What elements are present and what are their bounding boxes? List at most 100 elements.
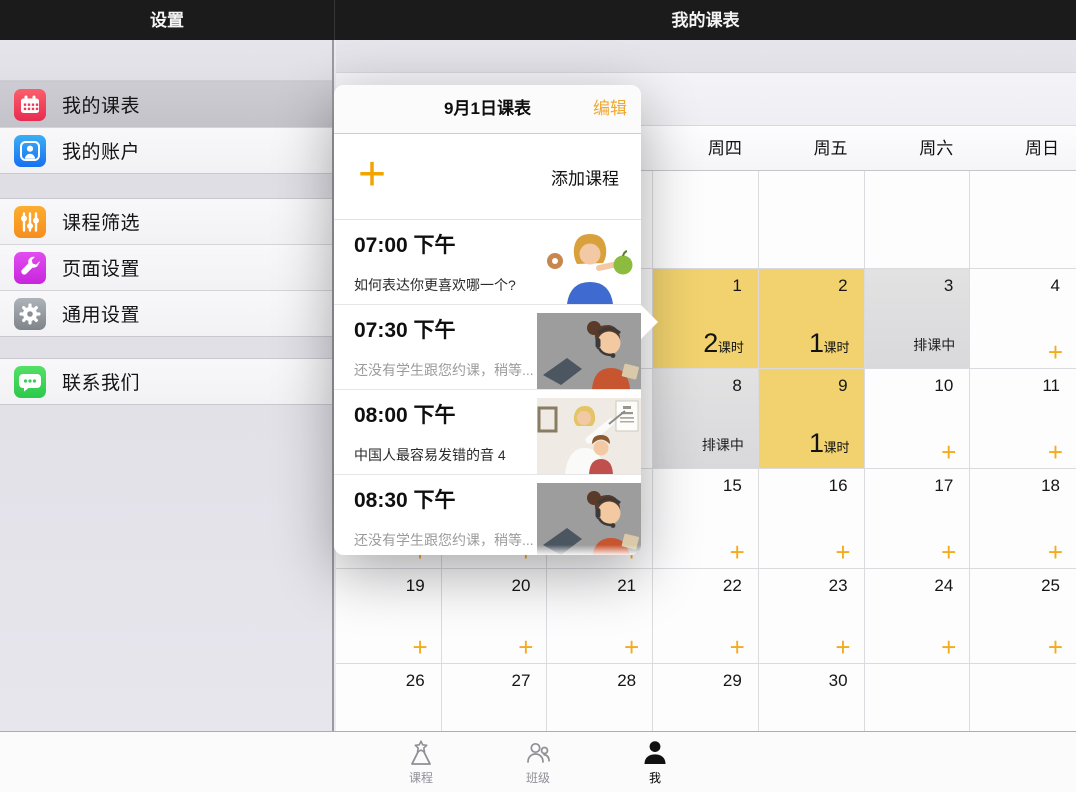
calendar-cell-sep20[interactable]: 20+: [442, 569, 548, 664]
calendar-cell-sep29[interactable]: 29: [653, 664, 759, 732]
sidebar-item-contact-us[interactable]: 联系我们: [0, 359, 332, 404]
calendar-cell-sep16[interactable]: 16 +: [759, 469, 865, 569]
me-icon: [640, 738, 670, 768]
calendar-cell-sep4[interactable]: 4+: [970, 269, 1076, 369]
cell-date: 9: [838, 376, 847, 396]
scheduling-status: 排课中: [913, 335, 955, 355]
scheduling-status: 排课中: [702, 435, 744, 455]
calendar-cell-sep23[interactable]: 23+: [759, 569, 865, 664]
weekday-label: 周六: [865, 126, 971, 171]
add-course-plus[interactable]: +: [835, 632, 850, 663]
cell-date: 22: [723, 576, 742, 596]
add-course-plus[interactable]: +: [413, 632, 428, 663]
lesson-count-badge: 1课时: [809, 328, 850, 359]
cell-date: 11: [1042, 376, 1060, 396]
course-thumbnail: [537, 483, 641, 555]
add-course-plus[interactable]: +: [624, 632, 639, 663]
course-time: 07:00 下午: [354, 229, 456, 259]
calendar-cell-sep18[interactable]: 18+: [970, 469, 1076, 569]
calendar-cell-sep30[interactable]: 30: [759, 664, 865, 732]
calendar-cell-sep11[interactable]: 11 +: [970, 369, 1076, 469]
course-row[interactable]: 07:30 下午 还没有学生跟您约课，稍等...: [334, 305, 641, 390]
calendar-cell-sep1[interactable]: 12课时: [653, 269, 759, 369]
course-subtitle: 中国人最容易发错的音 4: [354, 445, 559, 465]
add-course-plus[interactable]: +: [1048, 437, 1063, 468]
sidebar-group-2: 课程筛选 页面设置 通用设置: [0, 198, 332, 337]
calendar-cell-sep2[interactable]: 21课时: [759, 269, 865, 369]
tab-classes[interactable]: 班级: [503, 732, 573, 792]
sidebar-item-label: 通用设置: [62, 300, 140, 327]
calendar-cell-sep24[interactable]: 24+: [865, 569, 971, 664]
filter-icon: [14, 206, 46, 238]
course-row[interactable]: 08:00 下午 中国人最容易发错的音 4: [334, 390, 641, 475]
timetable-nav-bar: 我的课表: [335, 0, 1076, 40]
course-time: 08:00 下午: [354, 399, 456, 429]
calendar-cell[interactable]: [759, 171, 865, 269]
weekday-label: 周四: [653, 126, 759, 171]
cell-date: 16: [829, 476, 848, 496]
course-time: 07:30 下午: [354, 314, 456, 344]
sidebar-item-my-timetable[interactable]: 我的课表: [0, 82, 332, 128]
calendar-cell-sep25[interactable]: 25+: [970, 569, 1076, 664]
cell-date: 29: [723, 671, 742, 691]
sidebar-item-my-account[interactable]: 我的账户: [0, 128, 332, 173]
top-nav: 设置 我的课表: [0, 0, 1076, 40]
lesson-count-badge: 1课时: [809, 428, 850, 459]
calendar-icon: [14, 89, 46, 121]
calendar-cell-sep9[interactable]: 9 1课时: [759, 369, 865, 469]
add-course-plus[interactable]: +: [1048, 537, 1063, 568]
sidebar-item-label: 课程筛选: [62, 208, 140, 235]
calendar-cell-sep10[interactable]: 10+: [865, 369, 971, 469]
cell-date: 27: [512, 671, 531, 691]
add-course-plus[interactable]: +: [518, 632, 533, 663]
tab-courses[interactable]: 课程: [386, 732, 456, 792]
add-course-plus[interactable]: +: [835, 537, 850, 568]
calendar-cell-sep19[interactable]: 19+: [336, 569, 442, 664]
sidebar-item-label: 联系我们: [62, 368, 140, 395]
chat-icon: [14, 366, 46, 398]
calendar-cell[interactable]: [865, 664, 971, 732]
add-course-plus[interactable]: +: [1048, 337, 1063, 368]
tab-me[interactable]: 我: [620, 732, 690, 792]
course-row[interactable]: 07:00 下午 如何表达你更喜欢哪一个?: [334, 220, 641, 305]
course-subtitle: 如何表达你更喜欢哪一个?: [354, 275, 559, 295]
sidebar-group-1: 我的课表 我的账户: [0, 81, 332, 174]
cell-date: 15: [723, 476, 742, 496]
add-course-plus[interactable]: +: [941, 632, 956, 663]
add-course-plus[interactable]: +: [1048, 632, 1063, 663]
courses-icon: [406, 738, 436, 768]
calendar-cell-sep3[interactable]: 3排课中: [865, 269, 971, 369]
add-course-plus[interactable]: +: [941, 537, 956, 568]
calendar-cell-sep26[interactable]: 26: [336, 664, 442, 732]
course-thumbnail: [537, 313, 641, 389]
add-course-plus-button[interactable]: +: [358, 151, 386, 199]
calendar-cell[interactable]: [970, 171, 1076, 269]
add-course-label: 添加课程: [551, 164, 619, 189]
cell-date: 8: [732, 376, 741, 396]
calendar-cell-sep8[interactable]: 8 排课中: [653, 369, 759, 469]
weekday-label: 周五: [759, 126, 865, 171]
calendar-cell[interactable]: [653, 171, 759, 269]
bottom-tab-bar: 课程 班级 我: [0, 731, 1076, 792]
sidebar-item-course-filter[interactable]: 课程筛选: [0, 199, 332, 245]
sidebar-item-page-settings[interactable]: 页面设置: [0, 245, 332, 291]
sidebar-item-general-settings[interactable]: 通用设置: [0, 291, 332, 336]
calendar-cell[interactable]: [865, 171, 971, 269]
add-course-row[interactable]: + 添加课程: [334, 134, 641, 220]
calendar-cell-sep22[interactable]: 22 +: [653, 569, 759, 664]
course-row[interactable]: 08:30 下午 还没有学生跟您约课，稍等...: [334, 475, 641, 555]
add-course-plus[interactable]: +: [730, 632, 745, 663]
calendar-cell-sep28[interactable]: 28: [547, 664, 653, 732]
tab-label: 我: [649, 769, 661, 786]
calendar-cell-sep15[interactable]: 15 +: [653, 469, 759, 569]
add-course-plus[interactable]: +: [730, 537, 745, 568]
calendar-cell-sep21[interactable]: 21+: [547, 569, 653, 664]
calendar-cell-sep27[interactable]: 27: [442, 664, 548, 732]
cell-date: 1: [732, 276, 741, 296]
tab-label: 课程: [409, 769, 433, 786]
calendar-cell[interactable]: [970, 664, 1076, 732]
edit-button[interactable]: 编辑: [593, 85, 627, 133]
course-thumbnail: [537, 398, 641, 474]
add-course-plus[interactable]: +: [941, 437, 956, 468]
calendar-cell-sep17[interactable]: 17+: [865, 469, 971, 569]
